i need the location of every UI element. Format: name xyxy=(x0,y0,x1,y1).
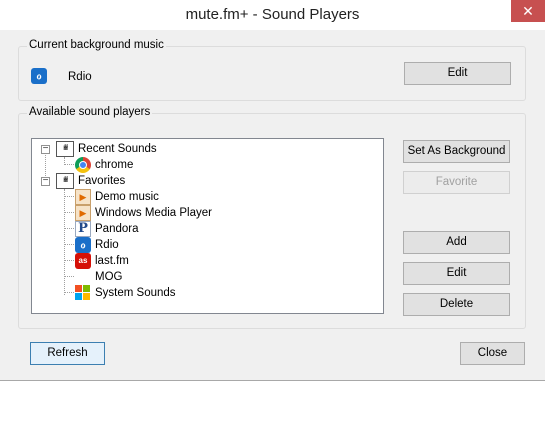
tree-item-label: Demo music xyxy=(95,191,159,203)
sound-players-tree[interactable]: − ıłıł Recent Sounds chrome − ıłıł Favor… xyxy=(31,138,384,314)
tree-item-label: chrome xyxy=(95,159,134,171)
tree-item-label: Recent Sounds xyxy=(78,143,157,155)
tree-item-label: MOG xyxy=(95,271,123,283)
set-as-background-button[interactable]: Set As Background xyxy=(403,140,510,163)
sound-players-window: mute.fm+ - Sound Players ✕ Current backg… xyxy=(0,0,545,381)
window-close-button[interactable]: ✕ xyxy=(511,0,545,22)
tree-item-label: Pandora xyxy=(95,223,139,235)
tree-item-windows-media-player[interactable]: ▶ Windows Media Player xyxy=(75,205,212,221)
tree-item-label: last.fm xyxy=(95,255,129,267)
current-background-legend: Current background music xyxy=(27,39,166,51)
close-button[interactable]: Close xyxy=(460,342,525,365)
current-player-name: Rdio xyxy=(68,71,92,83)
tree-item-favorites[interactable]: ıłıł Favorites xyxy=(56,173,125,189)
tree-item-label: System Sounds xyxy=(95,287,176,299)
tree-item-system-sounds[interactable]: System Sounds xyxy=(75,285,176,301)
line xyxy=(64,228,74,229)
add-button[interactable]: Add xyxy=(403,231,510,254)
line xyxy=(64,292,74,293)
tree-item-label: Favorites xyxy=(78,175,126,187)
media-icon: ▶ xyxy=(75,205,91,221)
favorites-collapse-toggle[interactable]: − xyxy=(41,176,50,186)
equalizer-icon: ıłıł xyxy=(56,173,74,189)
available-players-legend: Available sound players xyxy=(27,106,153,118)
tree-item-chrome[interactable]: chrome xyxy=(75,157,133,173)
tree-item-mog[interactable]: MOG xyxy=(75,269,122,285)
pandora-icon: P xyxy=(75,221,91,237)
tree-item-rdio[interactable]: ℴ Rdio xyxy=(75,237,119,253)
edit-button[interactable]: Edit xyxy=(403,262,510,285)
media-icon: ▶ xyxy=(75,189,91,205)
line xyxy=(64,164,74,165)
blank-icon xyxy=(75,269,91,285)
windows-flag xyxy=(75,285,90,300)
window-title: mute.fm+ - Sound Players xyxy=(185,6,360,23)
recent-collapse-toggle[interactable]: − xyxy=(41,144,50,154)
line xyxy=(64,260,74,261)
line xyxy=(64,276,74,277)
chrome-icon xyxy=(75,157,91,173)
line xyxy=(64,196,74,197)
line xyxy=(64,244,74,245)
tree-item-recent-sounds[interactable]: ıłıł Recent Sounds xyxy=(56,141,157,157)
tree-item-label: Windows Media Player xyxy=(95,207,212,219)
refresh-button[interactable]: Refresh xyxy=(30,342,105,365)
rdio-icon: ℴ xyxy=(31,68,47,84)
tree-item-pandora[interactable]: P Pandora xyxy=(75,221,138,237)
title-bar: mute.fm+ - Sound Players ✕ xyxy=(0,0,545,30)
tree-item-demo-music[interactable]: ▶ Demo music xyxy=(75,189,159,205)
favorites-children-line xyxy=(64,189,65,295)
edit-current-button[interactable]: Edit xyxy=(404,62,511,85)
lastfm-icon: as xyxy=(75,253,91,269)
favorite-button[interactable]: Favorite xyxy=(403,171,510,194)
tree-item-lastfm[interactable]: as last.fm xyxy=(75,253,129,269)
line xyxy=(64,212,74,213)
delete-button[interactable]: Delete xyxy=(403,293,510,316)
rdio-icon: ℴ xyxy=(75,237,91,253)
current-background-group: Current background music ℴ Rdio Edit xyxy=(18,39,526,101)
equalizer-icon: ıłıł xyxy=(56,141,74,157)
windows-icon xyxy=(75,285,91,301)
tree-item-label: Rdio xyxy=(95,239,119,251)
